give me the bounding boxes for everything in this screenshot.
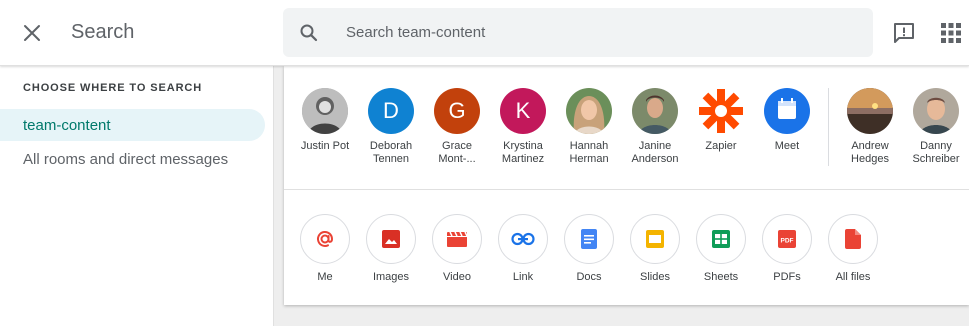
filter-label: PDFs — [773, 271, 801, 283]
filter-label: All files — [835, 271, 871, 283]
filter-label: Link — [512, 271, 534, 283]
search-icon — [300, 24, 318, 42]
link-icon — [511, 232, 535, 246]
sidebar-item-all-rooms[interactable]: All rooms and direct messages — [0, 143, 265, 175]
filter-label: Sheets — [703, 271, 739, 283]
filter-circle — [366, 214, 416, 264]
filter-label: Slides — [640, 271, 670, 283]
avatar — [913, 88, 959, 134]
filter-circle — [630, 214, 680, 264]
filter-docs[interactable]: Docs — [559, 214, 619, 283]
avatar — [632, 88, 678, 134]
avatar: G — [434, 88, 480, 134]
avatar — [566, 88, 612, 134]
feedback-icon[interactable] — [892, 21, 916, 45]
meet-logo-icon — [764, 88, 810, 134]
docs-icon — [581, 229, 597, 249]
filter-label: Me — [317, 271, 333, 283]
close-button[interactable] — [16, 17, 48, 49]
filter-me[interactable]: Me — [295, 214, 355, 283]
search-box[interactable] — [283, 8, 873, 57]
pdf-icon: PDF — [778, 230, 796, 248]
filter-circle — [696, 214, 746, 264]
filter-circle — [300, 214, 350, 264]
slides-icon — [646, 230, 664, 248]
filter-sheets[interactable]: Sheets — [691, 214, 751, 283]
filter-circle — [564, 214, 614, 264]
sidebar-item-label: All rooms and direct messages — [23, 150, 229, 168]
at-icon — [317, 230, 334, 247]
filter-label: Docs — [576, 271, 602, 283]
filter-images[interactable]: Images — [361, 214, 421, 283]
filter-row: Me Images Video Link Docs Slides Sheets … — [284, 191, 969, 305]
avatar: K — [500, 88, 546, 134]
filter-link[interactable]: Link — [493, 214, 553, 283]
filter-slides[interactable]: Slides — [625, 214, 685, 283]
search-scope-sidebar: CHOOSE WHERE TO SEARCH team-content All … — [0, 66, 274, 326]
sidebar-item-label: team-content — [23, 116, 111, 134]
person-name: Danny Schreiber — [912, 140, 960, 165]
person-meet[interactable]: Meet — [748, 88, 826, 153]
filter-circle — [828, 214, 878, 264]
sidebar-item-team-content[interactable]: team-content — [0, 109, 265, 141]
zapier-logo-icon — [698, 88, 744, 134]
filter-circle — [432, 214, 482, 264]
page-title: Search — [71, 21, 135, 43]
close-icon — [24, 25, 40, 41]
image-icon — [382, 230, 400, 248]
search-input[interactable] — [346, 8, 846, 57]
sidebar-heading: CHOOSE WHERE TO SEARCH — [23, 82, 203, 94]
avatar: D — [368, 88, 414, 134]
sheets-icon — [712, 230, 730, 248]
avatar — [302, 88, 348, 134]
video-icon — [447, 231, 468, 247]
pdf-badge-text: PDF — [781, 238, 794, 245]
person-name: Meet — [774, 140, 800, 152]
filter-pdfs[interactable]: PDF PDFs — [757, 214, 817, 283]
filter-all-files[interactable]: All files — [823, 214, 883, 283]
file-icon — [845, 229, 861, 249]
filter-label: Images — [372, 271, 410, 283]
filter-label: Video — [443, 271, 471, 283]
filter-circle: PDF — [762, 214, 812, 264]
filter-circle — [498, 214, 548, 264]
filter-video[interactable]: Video — [427, 214, 487, 283]
people-row: Justin Pot D Deborah Tennen G Grace Mont… — [284, 66, 969, 190]
person-danny-schreiber[interactable]: Danny Schreiber — [897, 88, 969, 166]
avatar — [847, 88, 893, 134]
divider — [828, 88, 829, 166]
search-suggestions-panel: Justin Pot D Deborah Tennen G Grace Mont… — [284, 66, 969, 305]
apps-grid-icon[interactable] — [940, 22, 962, 44]
top-bar: Search — [0, 0, 969, 66]
